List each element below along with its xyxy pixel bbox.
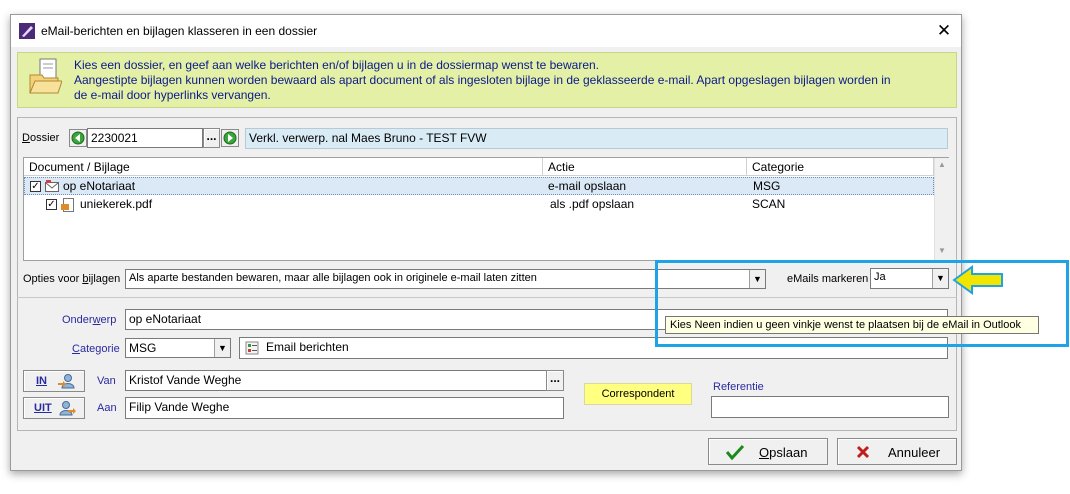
app-icon bbox=[19, 23, 35, 39]
banner-text: Kies een dossier, en geef aan welke beri… bbox=[74, 58, 954, 103]
from-label: Van bbox=[97, 375, 116, 387]
to-label: Aan bbox=[97, 402, 117, 414]
category-type-value: Email berichten bbox=[266, 340, 349, 354]
in-button[interactable]: IN bbox=[23, 370, 85, 392]
row-category: MSG bbox=[753, 179, 781, 193]
save-button-label: Opslaan bbox=[759, 445, 808, 460]
tooltip: Kies Neen indien u geen vinkje wenst te … bbox=[665, 316, 1039, 334]
window-title: eMail-berichten en bijlagen klasseren in… bbox=[41, 24, 318, 38]
to-field[interactable]: Filip Vande Weghe bbox=[125, 397, 564, 419]
email-icon bbox=[45, 180, 59, 192]
chevron-down-icon[interactable]: ▼ bbox=[214, 339, 230, 357]
list-scrollbar[interactable]: ▲ ▼ bbox=[934, 158, 949, 260]
cross-icon bbox=[856, 445, 870, 459]
category-select[interactable]: MSG ▼ bbox=[125, 338, 231, 358]
out-button[interactable]: UIT bbox=[23, 397, 85, 419]
scroll-up-icon[interactable]: ▲ bbox=[938, 160, 946, 169]
email-category-icon bbox=[245, 341, 259, 355]
table-row[interactable]: ✓ op eNotariaat e-mail opslaan MSG bbox=[24, 177, 934, 195]
dossier-browse-button[interactable]: ... bbox=[203, 128, 220, 148]
dossier-number-field[interactable]: 2230021 bbox=[87, 128, 203, 148]
prev-arrow-icon[interactable] bbox=[69, 129, 87, 147]
column-header-actie[interactable]: Actie bbox=[543, 158, 747, 176]
row-checkbox[interactable]: ✓ bbox=[46, 199, 57, 210]
table-row[interactable]: ✓ uniekerek.pdf als .pdf opslaan SCAN bbox=[24, 196, 934, 214]
from-field[interactable]: Kristof Vande Weghe bbox=[125, 370, 547, 391]
category-value: MSG bbox=[129, 341, 157, 355]
options-value: Als aparte bestanden bewaren, maar alle … bbox=[129, 272, 537, 284]
banner-line: Kies een dossier, en geef aan welke beri… bbox=[74, 58, 599, 72]
options-label: Opties voor bijlagen bbox=[23, 273, 121, 285]
cancel-button-label: Annuleer bbox=[888, 445, 941, 460]
banner-line: de e-mail door hyperlinks vervangen. bbox=[74, 88, 271, 102]
category-label: Categorie bbox=[72, 343, 120, 355]
reference-field[interactable] bbox=[711, 396, 949, 418]
correspondent-button[interactable]: Correspondent bbox=[584, 383, 692, 405]
subject-label: Onderwerp bbox=[62, 314, 117, 326]
yellow-arrow-icon bbox=[952, 265, 1003, 295]
out-button-label: UIT bbox=[34, 402, 52, 414]
row-name: uniekerek.pdf bbox=[80, 197, 153, 211]
row-category: SCAN bbox=[752, 197, 786, 211]
dossier-description: Verkl. verwerp. nal Maes Bruno - TEST FV… bbox=[245, 128, 948, 149]
dialog-window: eMail-berichten en bijlagen klasseren in… bbox=[10, 14, 962, 471]
checkmark-icon bbox=[726, 444, 744, 460]
outgoing-person-icon bbox=[59, 401, 76, 416]
folder-document-icon bbox=[29, 58, 62, 94]
row-name: op eNotariaat bbox=[63, 179, 136, 193]
row-action: als .pdf opslaan bbox=[550, 197, 635, 211]
column-header-categorie[interactable]: Categorie bbox=[747, 158, 934, 176]
document-list[interactable]: Document / Bijlage Actie Categorie ✓ op … bbox=[23, 157, 949, 261]
incoming-person-icon bbox=[58, 374, 75, 389]
column-header-document[interactable]: Document / Bijlage bbox=[24, 158, 543, 176]
title-bar: eMail-berichten en bijlagen klasseren in… bbox=[11, 15, 961, 47]
dossier-label: Dossier bbox=[22, 132, 60, 144]
close-icon[interactable]: ✕ bbox=[933, 20, 955, 42]
row-checkbox[interactable]: ✓ bbox=[30, 181, 41, 192]
row-action: e-mail opslaan bbox=[548, 179, 627, 193]
save-button[interactable]: Opslaan bbox=[708, 438, 828, 465]
banner-line: Aangestipte bijlagen kunnen worden bewaa… bbox=[74, 73, 891, 87]
info-banner: Kies een dossier, en geef aan welke beri… bbox=[17, 52, 957, 108]
next-arrow-icon[interactable] bbox=[221, 129, 239, 147]
from-browse-button[interactable]: ... bbox=[546, 370, 564, 391]
scroll-down-icon[interactable]: ▼ bbox=[938, 246, 946, 255]
pdf-attachment-icon bbox=[61, 198, 74, 212]
cancel-button[interactable]: Annuleer bbox=[837, 438, 957, 465]
reference-label: Referentie bbox=[713, 381, 764, 393]
in-button-label: IN bbox=[36, 375, 47, 387]
